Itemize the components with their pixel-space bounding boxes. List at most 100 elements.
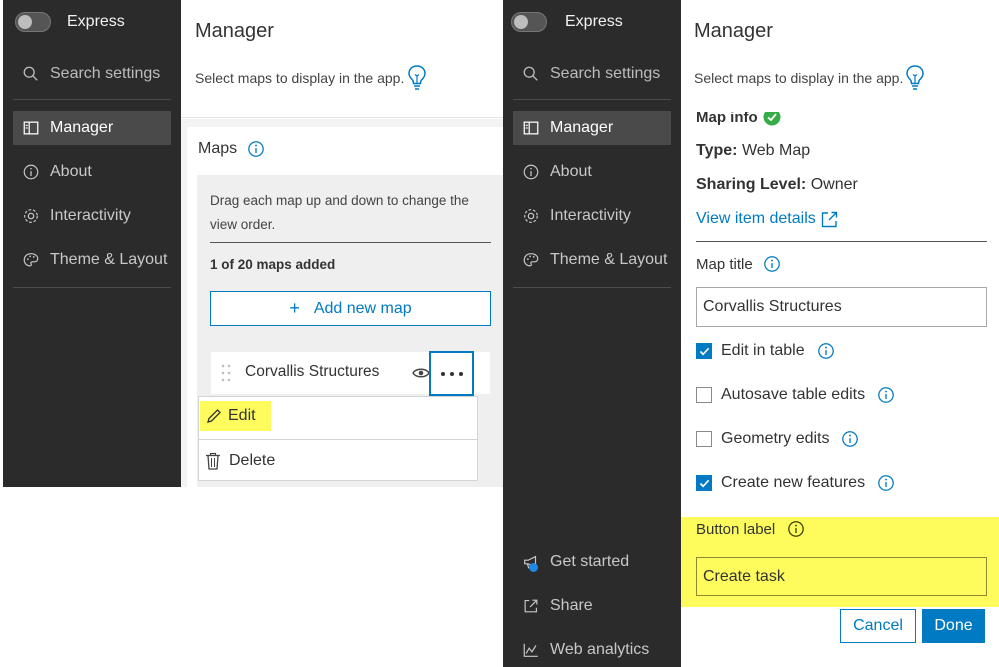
sidebar-item-label: About xyxy=(550,163,592,180)
palette-icon xyxy=(521,250,541,270)
lightbulb-icon[interactable] xyxy=(904,64,926,92)
maps-card: Maps Drag each map up and down to change… xyxy=(187,127,503,487)
delete-label: Delete xyxy=(229,452,276,469)
done-button[interactable]: Done xyxy=(922,609,985,643)
geometry-edits-checkbox[interactable] xyxy=(696,431,712,447)
option-edit-in-table[interactable]: Edit in table xyxy=(696,342,835,360)
sidebar-item-theme-layout[interactable]: Theme & Layout xyxy=(513,243,681,277)
manager-icon xyxy=(21,118,41,138)
express-toggle[interactable] xyxy=(511,12,547,32)
button-label-input[interactable]: Create task xyxy=(696,557,987,596)
info-icon[interactable] xyxy=(247,140,265,158)
maps-heading: Maps xyxy=(198,140,238,157)
palette-icon xyxy=(21,250,41,270)
maps-list-panel: Drag each map up and down to change the … xyxy=(197,175,503,487)
button-label-highlight: Button label Create task xyxy=(681,517,999,607)
info-icon[interactable] xyxy=(877,386,895,404)
sidebar-item-label: Web analytics xyxy=(550,641,650,658)
sidebar-item-about[interactable]: About xyxy=(513,155,671,189)
option-create-new-features[interactable]: Create new features xyxy=(696,474,895,492)
edit-menu-item[interactable]: Edit xyxy=(200,401,271,431)
lightbulb-icon[interactable] xyxy=(406,64,428,92)
info-icon[interactable] xyxy=(817,342,835,360)
option-label: Geometry edits xyxy=(721,430,830,447)
sidebar-item-manager[interactable]: Manager xyxy=(513,111,671,145)
info-icon[interactable] xyxy=(787,520,805,538)
analytics-icon xyxy=(521,640,541,660)
section-divider xyxy=(696,241,987,242)
right-main: Manager Select maps to display in the ap… xyxy=(681,0,999,667)
trash-icon xyxy=(206,452,220,470)
maps-heading-row: Maps xyxy=(198,140,265,158)
left-sidebar: Express Search settings Manager About In… xyxy=(3,0,181,487)
type-label: Type: xyxy=(696,142,738,159)
search-settings[interactable]: Search settings xyxy=(521,64,660,84)
sidebar-item-interactivity[interactable]: Interactivity xyxy=(13,199,171,233)
search-icon xyxy=(521,64,541,84)
sidebar-divider xyxy=(13,99,171,100)
option-label: Edit in table xyxy=(721,342,805,359)
ellipsis-icon xyxy=(440,371,463,376)
more-options-button[interactable] xyxy=(429,351,474,396)
express-toggle-label: Express xyxy=(67,13,125,30)
sidebar-item-interactivity[interactable]: Interactivity xyxy=(513,199,671,233)
delete-menu-item[interactable]: Delete xyxy=(205,447,275,475)
cancel-label: Cancel xyxy=(853,617,903,634)
cancel-button[interactable]: Cancel xyxy=(840,609,916,643)
info-icon[interactable] xyxy=(877,474,895,492)
type-value: Web Map xyxy=(741,142,811,159)
sidebar-divider xyxy=(513,99,671,100)
search-placeholder: Search settings xyxy=(50,65,161,82)
megaphone-icon xyxy=(521,552,541,572)
sidebar-item-web-analytics[interactable]: Web analytics xyxy=(513,633,671,667)
map-title-value: Corvallis Structures xyxy=(703,298,842,315)
menu-divider xyxy=(199,439,477,440)
option-geometry-edits[interactable]: Geometry edits xyxy=(696,430,859,448)
page-subtitle: Select maps to display in the app. xyxy=(694,70,904,86)
sidebar-item-theme-layout[interactable]: Theme & Layout xyxy=(13,243,181,277)
sidebar-item-get-started[interactable]: Get started xyxy=(513,545,671,579)
map-info-heading: Map info xyxy=(696,112,758,126)
sidebar-item-label: Interactivity xyxy=(550,207,631,224)
sharing-level: Sharing Level: Owner xyxy=(696,176,858,194)
right-sidebar: Express Search settings Manager About In… xyxy=(503,0,681,667)
button-label-row: Button label xyxy=(696,520,805,538)
sidebar-item-manager[interactable]: Manager xyxy=(13,111,171,145)
view-item-details-link[interactable]: View item details xyxy=(696,210,838,228)
info-icon xyxy=(521,162,541,182)
create-new-features-checkbox[interactable] xyxy=(696,475,712,491)
manager-body: Maps Drag each map up and down to change… xyxy=(181,119,503,487)
left-main: Manager Select maps to display in the ap… xyxy=(181,0,503,487)
edit-in-table-checkbox[interactable] xyxy=(696,343,712,359)
express-toggle[interactable] xyxy=(15,12,51,32)
view-item-details-label: View item details xyxy=(696,210,816,227)
map-title-label: Map title xyxy=(696,255,753,273)
page-title: Manager xyxy=(694,20,773,42)
map-title-input[interactable]: Corvallis Structures xyxy=(696,287,987,327)
info-icon[interactable] xyxy=(841,430,859,448)
pencil-icon xyxy=(207,409,221,423)
map-settings-scroll[interactable]: Map info Type: Web Map Sharing Level: Ow… xyxy=(681,112,999,667)
autosave-checkbox[interactable] xyxy=(696,387,712,403)
info-icon[interactable] xyxy=(763,255,781,273)
maps-count: 1 of 20 maps added xyxy=(210,257,336,272)
map-info-heading-row: Map info xyxy=(696,112,781,126)
edit-label: Edit xyxy=(228,407,256,424)
eye-icon[interactable] xyxy=(412,366,430,380)
gear-icon xyxy=(21,206,41,226)
sidebar-item-label: Theme & Layout xyxy=(550,251,668,268)
sidebar-item-share[interactable]: Share xyxy=(513,589,671,623)
sidebar-item-label: Manager xyxy=(550,119,614,136)
express-toggle-row[interactable]: Express xyxy=(511,12,623,32)
option-autosave-table-edits[interactable]: Autosave table edits xyxy=(696,386,895,404)
manager-header: Manager Select maps to display in the ap… xyxy=(181,0,503,118)
notification-dot xyxy=(529,563,538,572)
add-new-map-button[interactable]: + Add new map xyxy=(210,291,491,326)
sidebar-item-about[interactable]: About xyxy=(13,155,171,189)
drag-handle-icon[interactable] xyxy=(221,364,231,382)
express-toggle-row[interactable]: Express xyxy=(15,12,125,32)
map-actions-menu: Edit Delete xyxy=(198,396,478,481)
sidebar-item-label: Share xyxy=(550,597,593,614)
search-settings[interactable]: Search settings xyxy=(21,64,160,84)
page-title: Manager xyxy=(195,20,274,42)
